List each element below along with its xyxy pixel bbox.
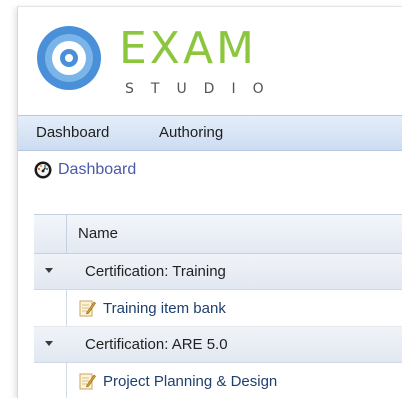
list-item: Project Planning & Design [34, 363, 402, 398]
breadcrumb: Dashboard [34, 158, 136, 182]
list-item: Training item bank [34, 290, 402, 327]
item-link[interactable]: Training item bank [78, 290, 226, 326]
grid-header: Name [34, 214, 402, 254]
exam-studio-logo-icon [37, 26, 101, 90]
logo-subtitle: STUDIO [125, 81, 281, 97]
row-indent-cell [34, 290, 67, 326]
menu-item-dashboard[interactable]: Dashboard [36, 116, 109, 150]
group-row: Certification: Training [34, 254, 402, 290]
collapse-arrow-icon[interactable] [45, 341, 53, 346]
breadcrumb-dashboard-link[interactable]: Dashboard [58, 161, 136, 179]
edit-document-icon [79, 300, 96, 317]
collapse-arrow-icon[interactable] [45, 268, 53, 273]
item-label: Project Planning & Design [103, 372, 278, 390]
item-link[interactable]: Project Planning & Design [78, 363, 277, 398]
header-indent-cell [34, 215, 67, 253]
logo-title: EXAM [119, 23, 258, 74]
group-label: Certification: ARE 5.0 [85, 336, 228, 353]
exam-tree-grid: Name Certification: Training Training it… [34, 214, 402, 398]
app-window: EXAM STUDIO Dashboard Authoring Dashboar… [17, 6, 402, 398]
group-row: Certification: ARE 5.0 [34, 327, 402, 363]
logo: EXAM STUDIO [18, 7, 402, 107]
menu-item-authoring[interactable]: Authoring [159, 116, 223, 150]
edit-document-icon [79, 373, 96, 390]
menu-bar: Dashboard Authoring [18, 115, 402, 151]
dashboard-gauge-icon [34, 161, 52, 179]
column-header-name[interactable]: Name [78, 215, 118, 253]
item-label: Training item bank [103, 299, 226, 317]
row-indent-cell [34, 363, 67, 398]
group-label: Certification: Training [85, 263, 226, 280]
